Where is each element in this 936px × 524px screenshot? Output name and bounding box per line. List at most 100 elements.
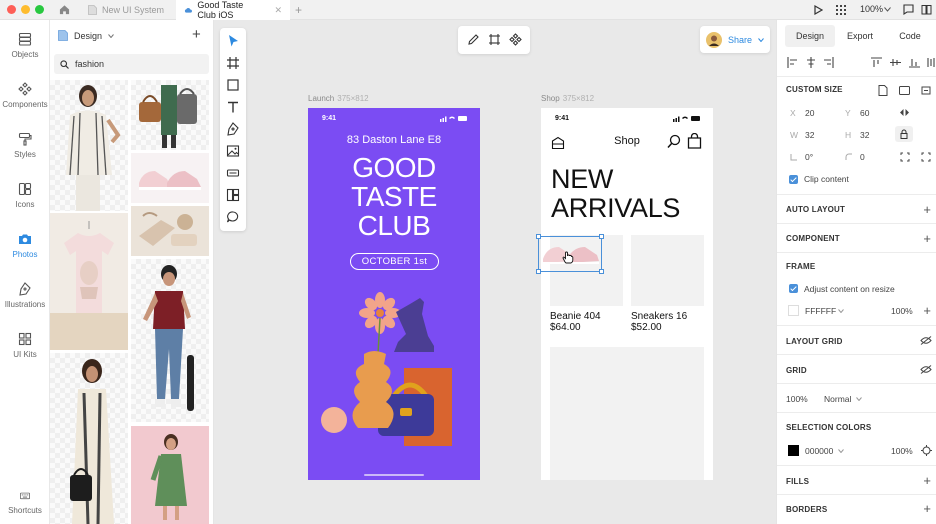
adjust-content-checkbox[interactable] bbox=[789, 284, 798, 293]
shop-frame[interactable]: 9:41 Shop NEW ARRIVALS Beanie 404 $64.00… bbox=[541, 108, 713, 480]
plugin-tool-icon[interactable] bbox=[226, 188, 240, 202]
w-input[interactable]: 32 bbox=[805, 130, 814, 140]
photo-woman-striped-blazer[interactable] bbox=[50, 80, 128, 211]
text-tool-icon[interactable] bbox=[226, 100, 240, 114]
portrait-icon[interactable] bbox=[878, 85, 888, 96]
frame-label-shop[interactable]: Shop 375×812 bbox=[541, 94, 594, 103]
rail-components[interactable]: Components bbox=[0, 82, 50, 109]
move-tool-icon[interactable] bbox=[226, 34, 240, 48]
y-input[interactable]: 60 bbox=[860, 108, 869, 118]
independent-corners-icon[interactable] bbox=[900, 152, 910, 162]
pencil-icon[interactable] bbox=[467, 33, 480, 46]
minimize-window-button[interactable] bbox=[21, 5, 30, 14]
target-icon[interactable] bbox=[921, 445, 932, 456]
constraints-icon[interactable] bbox=[899, 108, 910, 117]
h-label: H bbox=[845, 130, 852, 140]
selection-color-value[interactable]: 000000 bbox=[805, 446, 833, 456]
selection-color-swatch[interactable] bbox=[788, 445, 799, 456]
book-icon[interactable] bbox=[921, 4, 932, 15]
image-tool-icon[interactable] bbox=[226, 144, 240, 158]
expand-icon[interactable] bbox=[921, 152, 931, 162]
comment-icon[interactable] bbox=[903, 4, 914, 15]
add-button[interactable]: + bbox=[192, 26, 201, 43]
shopping-bag-icon[interactable] bbox=[687, 133, 702, 149]
frame-color-value[interactable]: FFFFFF bbox=[805, 306, 836, 316]
frame-color-swatch[interactable] bbox=[788, 305, 799, 316]
constrain-proportions-toggle[interactable] bbox=[895, 126, 913, 142]
rail-illustrations[interactable]: Illustrations bbox=[0, 282, 50, 309]
add-fill-button[interactable]: + bbox=[923, 474, 931, 487]
launch-frame[interactable]: 9:41 83 Daston Lane E8 GOOD TASTE CLUB O… bbox=[308, 108, 480, 480]
rail-objects[interactable]: Objects bbox=[0, 32, 50, 59]
h-input[interactable]: 32 bbox=[860, 130, 869, 140]
crop-icon[interactable] bbox=[488, 33, 501, 46]
photo-woman-long-coat[interactable] bbox=[50, 353, 128, 524]
photo-accessories-flatlay[interactable] bbox=[131, 206, 209, 256]
add-border-button[interactable]: + bbox=[923, 502, 931, 515]
photo-bags[interactable] bbox=[131, 80, 209, 150]
canvas[interactable]: Share Launch 375×812 Shop 375×812 9:41 83 … bbox=[214, 20, 776, 524]
new-tab-button[interactable]: + bbox=[295, 3, 302, 17]
close-window-button[interactable] bbox=[7, 5, 16, 14]
layer-opacity-value[interactable]: 100% bbox=[786, 394, 808, 404]
play-icon[interactable] bbox=[814, 5, 823, 15]
chevron-down-icon[interactable] bbox=[838, 449, 844, 453]
rail-ui-kits[interactable]: UI Kits bbox=[0, 332, 50, 359]
frame-label-launch[interactable]: Launch 375×812 bbox=[308, 94, 369, 103]
rail-shortcuts[interactable]: Shortcuts bbox=[0, 492, 50, 515]
search-box[interactable] bbox=[54, 54, 209, 74]
chevron-down-icon[interactable] bbox=[856, 397, 862, 401]
photo-pink-sneakers[interactable] bbox=[131, 153, 209, 203]
resize-to-fit-icon[interactable] bbox=[921, 86, 931, 95]
resize-handle[interactable] bbox=[536, 234, 541, 239]
tab-new-ui-system[interactable]: New UI System bbox=[80, 0, 176, 20]
frame-opacity-value[interactable]: 100% bbox=[891, 306, 913, 316]
rectangle-tool-icon[interactable] bbox=[226, 78, 240, 92]
clip-content-checkbox[interactable] bbox=[789, 175, 798, 184]
blend-mode-dropdown[interactable]: Normal bbox=[824, 394, 851, 404]
tab-code[interactable]: Code bbox=[885, 25, 935, 47]
align-toolbar[interactable] bbox=[787, 57, 935, 68]
photo-man-skateboard[interactable] bbox=[131, 259, 209, 422]
rail-photos[interactable]: Photos bbox=[0, 232, 50, 259]
tab-design[interactable]: Design bbox=[785, 25, 835, 47]
frame-tool-icon[interactable] bbox=[226, 56, 240, 70]
library-dropdown[interactable]: Design bbox=[58, 30, 114, 41]
component-tool-icon[interactable] bbox=[226, 166, 240, 180]
search-icon[interactable] bbox=[667, 134, 682, 149]
rail-styles[interactable]: Styles bbox=[0, 132, 50, 159]
tab-export[interactable]: Export bbox=[835, 25, 885, 47]
add-fill-button[interactable]: + bbox=[923, 304, 931, 317]
rail-icons[interactable]: Icons bbox=[0, 182, 50, 209]
photo-image bbox=[66, 85, 121, 211]
resize-handle[interactable] bbox=[599, 234, 604, 239]
rotation-input[interactable]: 0° bbox=[805, 152, 813, 162]
maximize-window-button[interactable] bbox=[35, 5, 44, 14]
resize-handle[interactable] bbox=[536, 269, 541, 274]
pen-tool-icon[interactable] bbox=[226, 122, 240, 136]
close-tab-icon[interactable]: ✕ bbox=[274, 5, 282, 16]
photo-woman-green-dress[interactable] bbox=[131, 426, 209, 524]
add-component-button[interactable]: + bbox=[923, 232, 931, 245]
x-input[interactable]: 20 bbox=[805, 108, 814, 118]
zoom-level[interactable]: 100% bbox=[860, 4, 883, 14]
chevron-down-icon[interactable] bbox=[838, 309, 844, 313]
share-button[interactable]: Share bbox=[700, 26, 770, 53]
add-auto-layout-button[interactable]: + bbox=[923, 203, 931, 216]
eye-hidden-icon[interactable] bbox=[920, 365, 932, 374]
selection-opacity-value[interactable]: 100% bbox=[891, 446, 913, 456]
product-card-sneakers[interactable] bbox=[631, 235, 704, 306]
corner-radius-input[interactable]: 0 bbox=[860, 152, 865, 162]
tab-good-taste-club-ios[interactable]: Good Taste Club iOS ✕ bbox=[176, 0, 290, 20]
product-card-placeholder[interactable] bbox=[550, 347, 704, 480]
photo-tshirt[interactable] bbox=[50, 213, 128, 350]
comment-tool-icon[interactable] bbox=[226, 210, 240, 224]
grid-menu-icon[interactable] bbox=[836, 5, 846, 15]
eye-hidden-icon[interactable] bbox=[920, 336, 932, 345]
chevron-down-icon[interactable] bbox=[884, 7, 891, 12]
search-input[interactable] bbox=[75, 59, 195, 69]
component-diamond-icon[interactable] bbox=[509, 33, 522, 46]
landscape-icon[interactable] bbox=[899, 86, 910, 95]
home-icon[interactable] bbox=[59, 4, 70, 15]
resize-handle[interactable] bbox=[599, 269, 604, 274]
